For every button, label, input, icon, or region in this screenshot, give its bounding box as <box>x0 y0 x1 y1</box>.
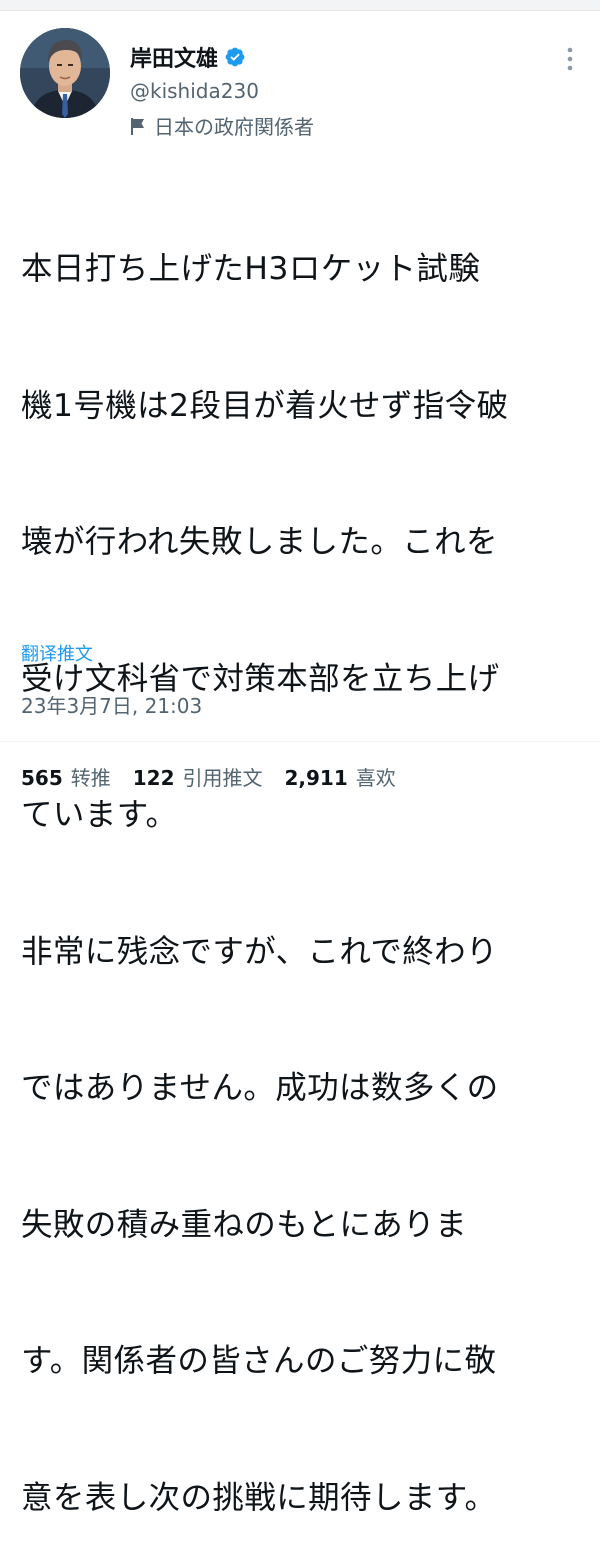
retweets-stat[interactable]: 565 转推 <box>21 762 111 791</box>
tweet-timestamp[interactable]: 23年3月7日, 21:03 <box>21 690 202 719</box>
tweet-line: ています。 <box>21 797 178 833</box>
engagement-stats: 565 转推 122 引用推文 2,911 喜欢 <box>21 762 418 791</box>
affiliation-label: 日本の政府関係者 <box>130 111 314 140</box>
likes-stat[interactable]: 2,911 喜欢 <box>285 762 396 791</box>
avatar[interactable] <box>20 28 110 118</box>
tweet-text: 本日打ち上げたH3ロケット試験 機1号機は2段目が着火せず指令破 壊が行われ失敗… <box>21 156 591 1567</box>
tweet-header: 岸田文雄 @kishida230 日本の政府関係者 <box>0 22 600 142</box>
user-handle[interactable]: @kishida230 <box>130 79 259 103</box>
tweet-line: す。関係者の皆さんのご努力に敬 <box>21 1343 497 1379</box>
affiliation-text: 日本の政府関係者 <box>154 115 314 139</box>
translate-tweet-link[interactable]: 翻译推文 <box>21 640 93 666</box>
flag-icon <box>130 116 146 136</box>
top-divider <box>0 0 600 11</box>
stats-divider <box>0 741 600 742</box>
quotes-stat[interactable]: 122 引用推文 <box>133 762 263 791</box>
avatar-image <box>20 28 110 118</box>
more-options-icon[interactable] <box>564 44 576 74</box>
retweets-label: 转推 <box>70 766 111 790</box>
name-row: 岸田文雄 <box>130 42 246 72</box>
quotes-count: 122 <box>132 766 175 790</box>
tweet-line: 意を表し次の挑戦に期待します。 <box>21 1479 497 1516</box>
tweet-line: ではありません。成功は数多くの <box>21 1070 499 1106</box>
quotes-label: 引用推文 <box>182 766 263 790</box>
tweet-line: 非常に残念ですが、これで終わり <box>21 933 498 970</box>
display-name[interactable]: 岸田文雄 <box>130 41 218 73</box>
tweet-line: 失敗の積み重ねのもとにありま <box>21 1206 467 1243</box>
verified-badge-icon <box>224 46 246 68</box>
tweet-line: 機1号機は2段目が着火せず指令破 <box>21 387 509 424</box>
retweets-count: 565 <box>21 766 63 790</box>
tweet-line: 本日打ち上げたH3ロケット試験 <box>21 251 481 287</box>
likes-count: 2,911 <box>284 766 348 790</box>
tweet-line: 壊が行われ失敗しました。これを <box>21 524 498 560</box>
likes-label: 喜欢 <box>355 766 396 790</box>
